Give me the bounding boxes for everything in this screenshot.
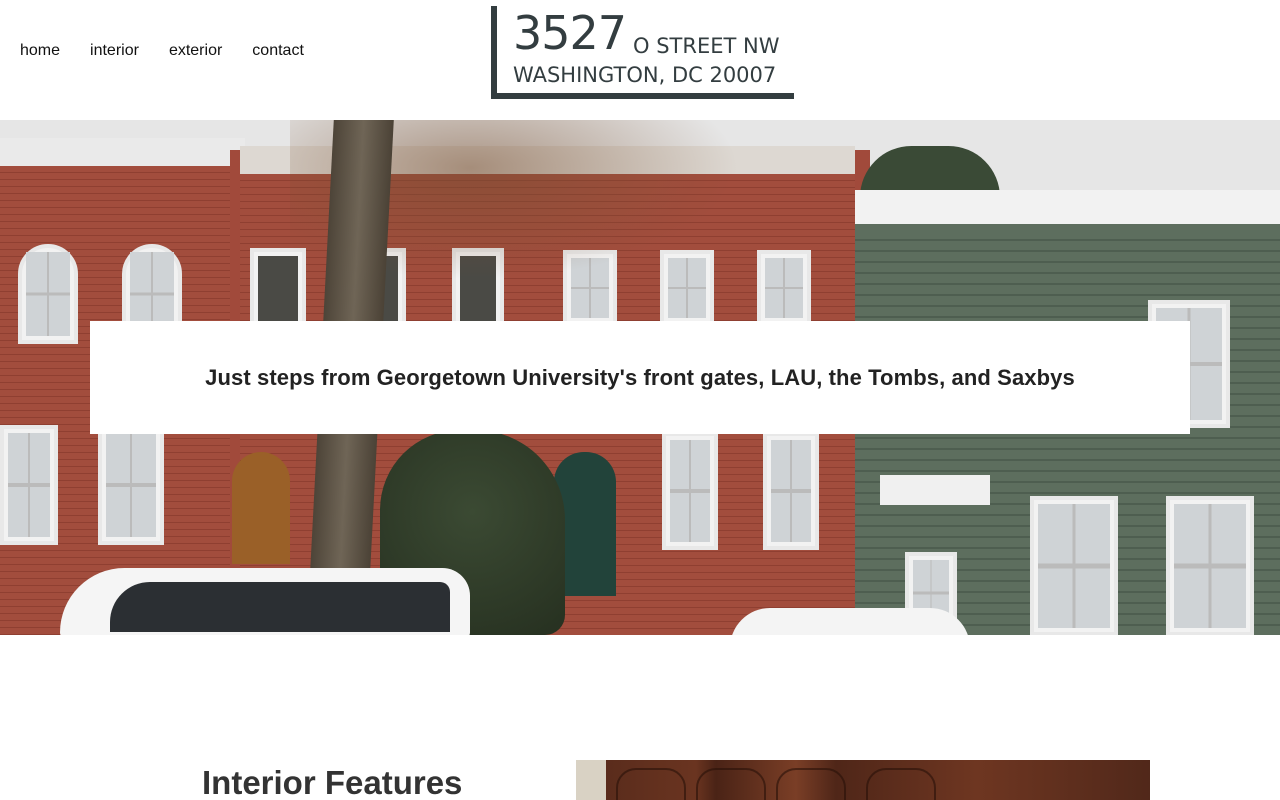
window (0, 425, 58, 545)
window (662, 432, 718, 550)
nav-link-contact[interactable]: contact (252, 42, 304, 60)
window (18, 244, 78, 344)
nav-link-home[interactable]: home (20, 42, 60, 60)
nav-link-interior[interactable]: interior (90, 42, 139, 60)
cornice-right (855, 190, 1280, 224)
window (98, 425, 164, 545)
main-nav: home interior exterior contact (20, 42, 304, 60)
hero-section: Just steps from Georgetown University's … (0, 120, 1280, 635)
interior-features-heading: Interior Features (202, 764, 463, 800)
door-pediment (880, 475, 990, 505)
logo-city: WASHINGTON, DC 20007 (513, 63, 777, 87)
cabinet-panel (696, 768, 766, 800)
wooden-door (232, 452, 290, 564)
interior-kitchen-photo (576, 760, 1150, 800)
site-header: home interior exterior contact 3527 O ST… (0, 0, 1280, 120)
site-logo[interactable]: 3527 O STREET NW WASHINGTON, DC 20007 (490, 6, 795, 100)
cornice-left (0, 138, 245, 166)
suv-windows (110, 582, 450, 632)
hero-banner: Just steps from Georgetown University's … (90, 321, 1190, 434)
nav-link-exterior[interactable]: exterior (169, 42, 222, 60)
window (757, 250, 811, 326)
logo-house-number: 3527 (513, 6, 627, 60)
hero-tagline: Just steps from Georgetown University's … (205, 364, 1075, 390)
logo-horizontal-bar (491, 93, 794, 99)
cabinet-panel (776, 768, 846, 800)
white-car (730, 608, 970, 635)
cabinet-panel (616, 768, 686, 800)
window (1166, 496, 1254, 635)
window (763, 432, 819, 550)
window (1030, 496, 1118, 635)
logo-street: O STREET NW (633, 34, 780, 58)
logo-vertical-bar (491, 6, 497, 99)
cabinet-panel (866, 768, 936, 800)
